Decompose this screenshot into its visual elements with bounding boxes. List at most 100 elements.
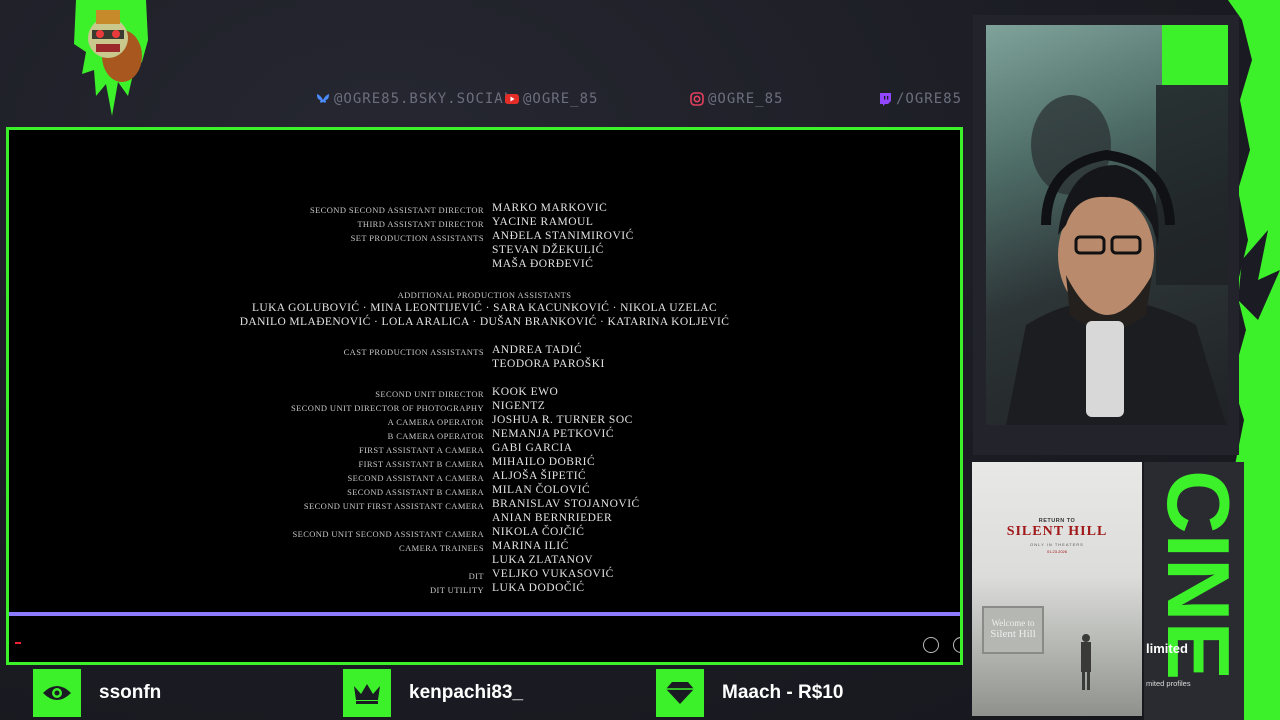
crown-icon [354, 684, 380, 704]
credit-role: First assistant B camera [358, 459, 484, 469]
credit-role: DIT utility [429, 585, 484, 595]
credit-role: Third assistant director [357, 219, 484, 229]
credit-role: DIT [468, 571, 484, 581]
credit-name: ALJOŠA ŠIPETIĆ [492, 470, 587, 482]
credit-name: MIHAILO DOBRIĆ [492, 456, 596, 468]
credit-name: KOOK EWO [492, 386, 559, 398]
poster-figure [1081, 634, 1091, 690]
credit-name-line: DANILO MLAĐENOVIĆ · LOLA ARALICA · DUŠAN… [239, 316, 730, 328]
credit-row: LUKA ZLATANOV [9, 554, 960, 568]
credit-name: MILAN ČOLOVIĆ [492, 484, 591, 496]
credit-name: LUKA DODOČIĆ [492, 582, 585, 594]
credit-role: Second unit director [375, 389, 484, 399]
credit-name: NEMANJA PETKOVIĆ [492, 428, 615, 440]
credit-name: BRANISLAV STOJANOVIĆ [492, 498, 640, 510]
credit-row: First assistant A camera GABI GARCIA [9, 442, 960, 456]
webcam-feed [986, 25, 1228, 425]
credit-row: Second assistant B camera MILAN ČOLOVIĆ [9, 484, 960, 498]
social-youtube: @OGRE_85 [505, 90, 598, 108]
credit-name: ANDREA TADIĆ [492, 344, 583, 356]
promo-limited-sub: mited profiles [1146, 679, 1191, 688]
sign-line-2: Silent Hill [990, 628, 1036, 640]
diamond-icon [666, 682, 694, 704]
credit-role: Set production assistants [350, 233, 484, 243]
social-bluesky-text: @OGRE85.BSKY.SOCIAL [334, 91, 514, 107]
ogre-mascot-logo [88, 10, 142, 82]
credit-row: Second assistant A camera ALJOŠA ŠIPETIĆ [9, 470, 960, 484]
credit-row: A camera operator JOSHUA R. TURNER SOC [9, 414, 960, 428]
credit-role: Second assistant B camera [347, 487, 484, 497]
credit-row: STEVAN DŽEKULIĆ [9, 244, 960, 258]
credit-role: First assistant A camera [358, 445, 484, 455]
credit-role: Second unit second assistant camera [292, 529, 484, 539]
credit-row: Second unit director of photography NIGE… [9, 400, 960, 414]
credit-name: ANĐELA STANIMIROVIĆ [492, 230, 634, 242]
poster-date: 01.23.2026 [1046, 549, 1068, 554]
live-indicator [15, 642, 21, 644]
social-instagram: @OGRE_85 [690, 90, 783, 108]
credit-row: MAŠA ĐORĐEVIĆ [9, 258, 960, 272]
fullscreen-icon[interactable] [953, 637, 960, 653]
event-recent-follower: ssonfn [33, 669, 318, 717]
social-twitch-text: /OGRE85 [896, 91, 963, 107]
credit-row: B camera operator NEMANJA PETKOVIĆ [9, 428, 960, 442]
video-player[interactable]: Second second assistant director MARKO M… [6, 127, 963, 665]
poster-welcome-sign: Welcome to Silent Hill [982, 606, 1044, 654]
event-label: kenpachi83_ [409, 682, 524, 703]
movie-poster: RETURN TO SILENT HILL ONLY IN THEATERS 0… [972, 462, 1142, 716]
credit-name: TEODORA PAROŠKI [492, 358, 605, 370]
credit-row: Second unit first assistant camera BRANI… [9, 498, 960, 512]
credit-row: Third assistant director YACINE RAMOUL [9, 216, 960, 230]
settings-icon[interactable] [923, 637, 939, 653]
poster-title: SILENT HILL [1006, 524, 1108, 539]
credit-name: LUKA ZLATANOV [492, 554, 594, 566]
credit-row: Second unit second assistant camera NIKO… [9, 526, 960, 540]
end-credits: Second second assistant director MARKO M… [9, 202, 960, 602]
credit-row: DIT VELJKO VUKASOVIĆ [9, 568, 960, 582]
progress-bar[interactable] [9, 612, 960, 616]
event-label: Maach - R$10 [722, 682, 844, 703]
event-badge [343, 669, 391, 717]
progress-fill [9, 612, 960, 616]
social-twitch: /OGRE85 [878, 90, 962, 108]
event-recent-subscriber: kenpachi83_ [343, 669, 628, 717]
credit-row: TEODORA PAROŠKI [9, 358, 960, 372]
credit-row: Cast production assistants ANDREA TADIĆ [9, 344, 960, 358]
event-badge [656, 669, 704, 717]
eye-icon [43, 686, 71, 700]
event-label: ssonfn [99, 682, 162, 703]
credit-name: YACINE RAMOUL [492, 216, 594, 228]
credit-name: MARINA ILIĆ [492, 540, 569, 552]
credit-row: First assistant B camera MIHAILO DOBRIĆ [9, 456, 960, 470]
credit-role: Second unit first assistant camera [303, 501, 484, 511]
streamer-silhouette [1006, 25, 1228, 425]
event-recent-donation: Maach - R$10 [656, 669, 941, 717]
credit-role: A camera operator [387, 417, 484, 427]
social-instagram-text: @OGRE_85 [708, 91, 784, 107]
credit-name: NIGENTZ [492, 400, 546, 412]
social-youtube-text: @OGRE_85 [523, 91, 599, 107]
credit-heading: Additional production assistants [397, 290, 572, 300]
credit-row: Second second assistant director MARKO M… [9, 202, 960, 216]
credit-role: Camera trainees [399, 543, 484, 553]
credit-row: ANIAN BERNRIEDER [9, 512, 960, 526]
credit-role: Second unit director of photography [291, 403, 484, 413]
poster-tagline: ONLY IN THEATERS [1030, 542, 1084, 547]
credit-name: ANIAN BERNRIEDER [492, 512, 613, 524]
credit-role: Cast production assistants [343, 347, 484, 357]
credit-role: Second second assistant director [309, 205, 484, 215]
promo-limited: limited [1146, 641, 1188, 656]
credit-row: DIT utility LUKA DODOČIĆ [9, 582, 960, 596]
credit-name-line: LUKA GOLUBOVIĆ · MINA LEONTIJEVIĆ · SARA… [251, 302, 718, 314]
credit-role: Second assistant A camera [347, 473, 484, 483]
credit-name: MARKO MARKOVIĆ [492, 202, 608, 214]
twitch-icon [880, 93, 891, 106]
social-bluesky: @OGRE85.BSKY.SOCIAL [316, 90, 513, 108]
credit-name: MAŠA ĐORĐEVIĆ [492, 258, 594, 270]
credit-row: Camera trainees MARINA ILIĆ [9, 540, 960, 554]
event-badge [33, 669, 81, 717]
credit-role: B camera operator [387, 431, 484, 441]
credit-name: GABI GARCIA [492, 442, 573, 454]
credit-name: STEVAN DŽEKULIĆ [492, 244, 604, 256]
instagram-icon [690, 92, 704, 106]
